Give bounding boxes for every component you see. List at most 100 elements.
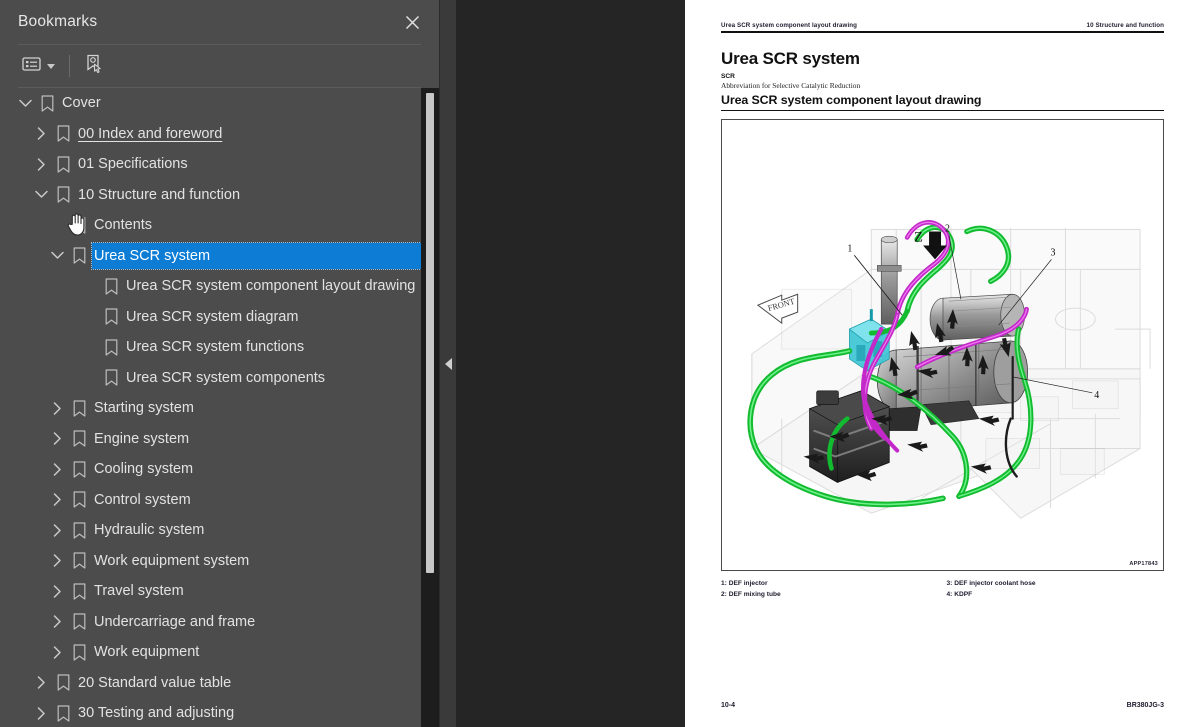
bookmark-label: Control system bbox=[94, 491, 191, 508]
bookmark-item[interactable]: Work equipment bbox=[0, 637, 421, 668]
document-page: Urea SCR system component layout drawing… bbox=[685, 0, 1200, 727]
chevron-right-icon[interactable] bbox=[46, 432, 68, 445]
running-header-right: 10 Structure and function bbox=[1086, 22, 1164, 29]
chevron-down-icon[interactable] bbox=[30, 190, 52, 199]
bookmark-icon bbox=[68, 552, 90, 569]
svg-text:Z: Z bbox=[914, 229, 923, 245]
chevron-down-icon bbox=[47, 63, 55, 69]
bookmark-label: Urea SCR system functions bbox=[126, 339, 305, 356]
bookmark-label: Cover bbox=[62, 95, 101, 112]
select-bookmark-icon bbox=[84, 54, 103, 79]
chevron-right-icon[interactable] bbox=[46, 524, 68, 537]
figure-key: 1: DEF injector 2: DEF mixing tube 3: DE… bbox=[721, 578, 1164, 601]
abbreviation-definition: Abbreviation for Selective Catalytic Red… bbox=[721, 80, 861, 90]
bookmark-label: Contents bbox=[94, 217, 153, 234]
bookmark-item[interactable]: Urea SCR system components bbox=[0, 363, 421, 394]
callout-4: 4 bbox=[1094, 390, 1099, 401]
bookmark-label: Cooling system bbox=[94, 461, 194, 478]
bookmark-item[interactable]: 01 Specifications bbox=[0, 149, 421, 180]
bookmark-item[interactable]: Urea SCR system component layout drawing bbox=[0, 271, 421, 302]
bookmark-label: 30 Testing and adjusting bbox=[78, 705, 235, 722]
bookmark-icon bbox=[68, 400, 90, 417]
figure-key-left: 1: DEF injector 2: DEF mixing tube bbox=[721, 578, 943, 601]
select-bookmark-button[interactable] bbox=[80, 52, 107, 80]
chevron-right-icon[interactable] bbox=[46, 554, 68, 567]
bookmark-icon bbox=[68, 613, 90, 630]
bookmark-item[interactable]: 00 Index and foreword bbox=[0, 119, 421, 150]
bookmark-label: Engine system bbox=[94, 430, 190, 447]
bookmark-item[interactable]: Starting system bbox=[0, 393, 421, 424]
chevron-right-icon[interactable] bbox=[30, 707, 52, 720]
bookmark-label: Urea SCR system component layout drawing bbox=[126, 278, 416, 295]
bookmark-item[interactable]: Travel system bbox=[0, 576, 421, 607]
bookmark-icon bbox=[36, 95, 58, 112]
bookmark-label: Travel system bbox=[94, 583, 184, 600]
figure-drawing: FRONT Z 1 2 3 4 bbox=[747, 220, 1151, 519]
callout-3: 3 bbox=[1051, 247, 1056, 258]
bookmarks-tree: Cover 00 Index and foreword 01 Specificati… bbox=[0, 88, 421, 727]
running-header: Urea SCR system component layout drawing… bbox=[721, 22, 1164, 31]
bookmark-item[interactable]: Engine system bbox=[0, 424, 421, 455]
bookmark-icon bbox=[52, 156, 74, 173]
chevron-right-icon[interactable] bbox=[46, 402, 68, 415]
chevron-right-icon[interactable] bbox=[46, 493, 68, 506]
bookmark-icon bbox=[100, 308, 122, 325]
bookmark-item[interactable]: 20 Standard value table bbox=[0, 668, 421, 699]
chevron-down-icon[interactable] bbox=[14, 99, 36, 108]
figure-key-item: 1: DEF injector bbox=[721, 579, 768, 587]
chevron-right-icon[interactable] bbox=[46, 463, 68, 476]
bookmarks-toolbar bbox=[0, 45, 439, 87]
list-options-icon bbox=[22, 56, 41, 77]
bookmark-label: Urea SCR system diagram bbox=[126, 308, 299, 325]
chevron-right-icon[interactable] bbox=[46, 615, 68, 628]
figure-key-item: 4: KDPF bbox=[946, 591, 973, 599]
document-code: BR380JG-3 bbox=[1126, 702, 1164, 709]
bookmark-item[interactable]: Hydraulic system bbox=[0, 515, 421, 546]
bookmark-item[interactable]: 30 Testing and adjusting bbox=[0, 698, 421, 727]
bookmark-item[interactable]: 10 Structure and function bbox=[0, 180, 421, 211]
toolbar-divider bbox=[69, 55, 70, 77]
bookmark-icon bbox=[68, 247, 90, 264]
header-rule bbox=[721, 31, 1164, 33]
bookmark-icon bbox=[100, 339, 122, 356]
chevron-right-icon[interactable] bbox=[46, 585, 68, 598]
bookmark-label: Work equipment bbox=[94, 644, 200, 661]
figure-key-right: 3: DEF injector coolant hose 4: KDPF bbox=[943, 578, 1165, 601]
bookmark-item[interactable]: Work equipment system bbox=[0, 546, 421, 577]
collapse-left-icon[interactable] bbox=[440, 0, 456, 727]
bookmarks-scrollbar-track[interactable] bbox=[421, 88, 439, 727]
bookmark-item[interactable]: Undercarriage and frame bbox=[0, 607, 421, 638]
document-viewport: Urea SCR system component layout drawing… bbox=[440, 0, 1200, 727]
bookmarks-tree-container: Cover 00 Index and foreword 01 Specificati… bbox=[0, 88, 439, 727]
bookmark-item[interactable]: Control system bbox=[0, 485, 421, 516]
chevron-right-icon[interactable] bbox=[30, 127, 52, 140]
chevron-down-icon[interactable] bbox=[46, 251, 68, 260]
close-icon[interactable] bbox=[399, 9, 425, 35]
bookmark-label: Hydraulic system bbox=[94, 522, 205, 539]
figure-technical-illustration: FRONT Z 1 2 3 4 APP17843 bbox=[721, 118, 1164, 571]
bookmark-icon bbox=[68, 217, 90, 234]
bookmarks-scrollbar-thumb[interactable] bbox=[426, 93, 434, 573]
bookmark-item[interactable]: Contents bbox=[0, 210, 421, 241]
bookmark-icon bbox=[68, 583, 90, 600]
chevron-right-icon[interactable] bbox=[46, 646, 68, 659]
chevron-right-icon[interactable] bbox=[30, 676, 52, 689]
callout-2: 2 bbox=[945, 223, 950, 234]
bookmark-options-button[interactable] bbox=[18, 52, 59, 80]
pdf-reader-window: Bookmarks Cover 00 Index and foreword 01… bbox=[0, 0, 1200, 727]
bookmark-item[interactable]: Cover bbox=[0, 88, 421, 119]
bookmark-item[interactable]: Urea SCR system diagram bbox=[0, 302, 421, 333]
bookmark-item[interactable]: Cooling system bbox=[0, 454, 421, 485]
bookmark-item[interactable]: Urea SCR system bbox=[0, 241, 421, 272]
chevron-right-icon[interactable] bbox=[30, 158, 52, 171]
bookmark-item[interactable]: Urea SCR system functions bbox=[0, 332, 421, 363]
bookmarks-panel-titlebar: Bookmarks bbox=[0, 0, 439, 44]
bookmark-icon bbox=[52, 125, 74, 142]
bookmark-label: 01 Specifications bbox=[78, 156, 188, 173]
bookmark-label: 20 Standard value table bbox=[78, 674, 232, 691]
figure-key-item: 3: DEF injector coolant hose bbox=[946, 579, 1036, 587]
page-number: 10-4 bbox=[721, 702, 736, 709]
page-title: Urea SCR system bbox=[721, 48, 860, 68]
page-footer: 10-4 BR380JG-3 bbox=[721, 702, 1164, 709]
bookmark-label: Urea SCR system bbox=[94, 247, 211, 264]
